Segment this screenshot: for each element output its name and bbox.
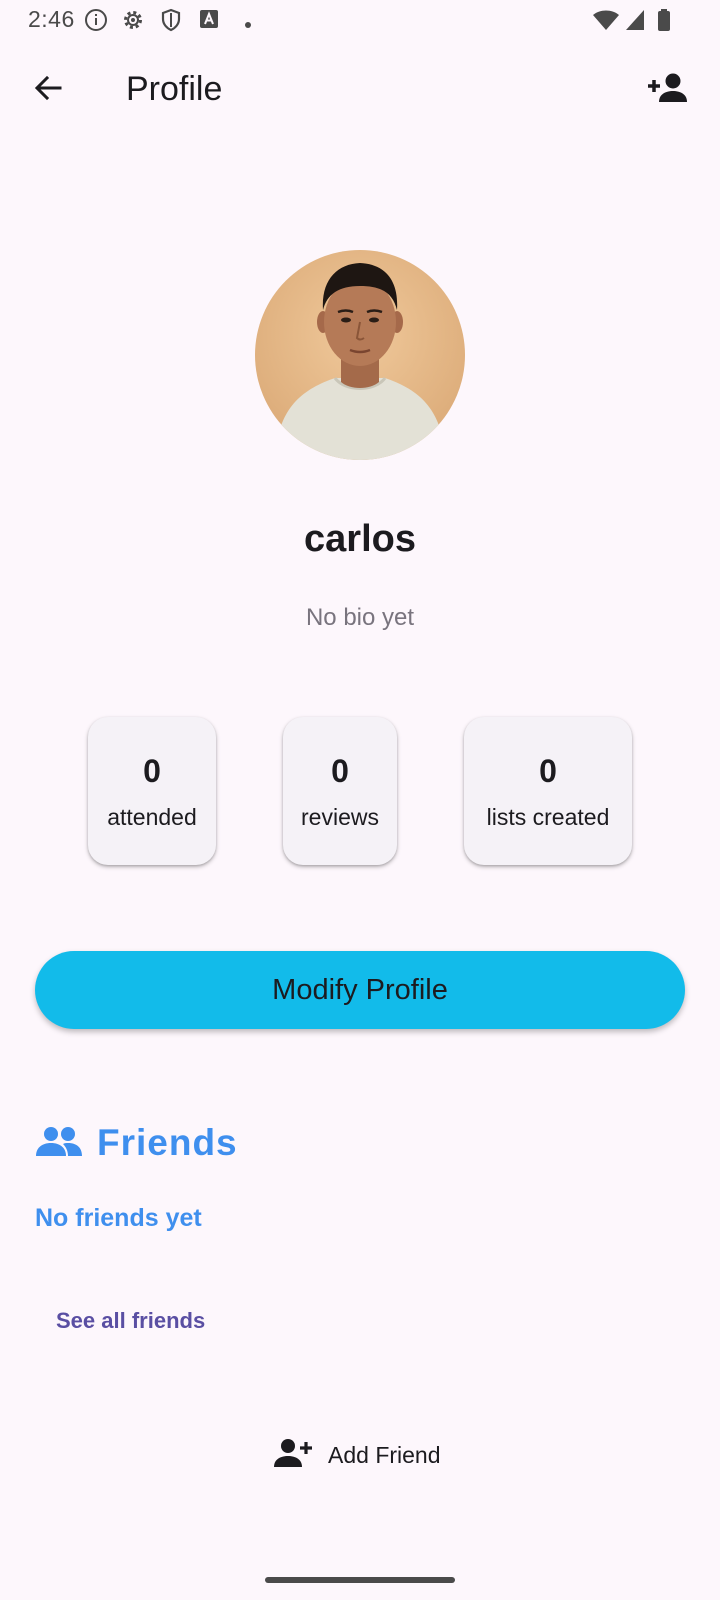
status-bar: 2:46 (0, 0, 720, 42)
stat-label: reviews (301, 804, 379, 830)
signal-icon (624, 8, 646, 37)
info-icon (84, 8, 108, 37)
battery-icon (656, 8, 672, 37)
avatar (255, 250, 465, 460)
no-friends-text: No friends yet (35, 1204, 202, 1232)
shield-icon (160, 8, 182, 37)
gear-icon (121, 8, 145, 37)
person-add-icon (647, 72, 689, 109)
stat-value: 0 (331, 753, 349, 789)
add-friend-action-button[interactable] (640, 66, 696, 114)
stat-card-reviews: 0 reviews (283, 717, 397, 865)
stat-label: lists created (486, 804, 610, 830)
home-indicator[interactable] (265, 1577, 455, 1583)
stat-card-attended: 0 attended (88, 717, 216, 865)
stat-label: attended (107, 804, 197, 830)
add-friend-label: Add Friend (328, 1441, 441, 1468)
back-button[interactable] (24, 66, 72, 114)
arrow-back-icon (32, 72, 64, 109)
page-title: Profile (126, 70, 223, 108)
bio-text: No bio yet (305, 604, 415, 631)
person-add-icon (274, 1438, 314, 1473)
username: carlos (304, 518, 416, 560)
stat-value: 0 (539, 753, 557, 789)
modify-profile-button[interactable]: Modify Profile (35, 951, 685, 1029)
add-friend-button[interactable]: Add Friend (258, 1430, 457, 1480)
status-time: 2:46 (28, 6, 75, 32)
people-icon (35, 1124, 83, 1163)
dot-icon (244, 16, 252, 34)
app-bar: Profile (0, 50, 720, 130)
stat-value: 0 (143, 753, 161, 789)
text-a-icon (198, 8, 220, 35)
wifi-icon (592, 8, 620, 37)
see-all-friends-button[interactable]: See all friends (34, 1300, 227, 1342)
stat-card-lists-created: 0 lists created (464, 717, 632, 865)
friends-section-header: Friends (35, 1118, 238, 1168)
friends-title: Friends (97, 1122, 238, 1163)
